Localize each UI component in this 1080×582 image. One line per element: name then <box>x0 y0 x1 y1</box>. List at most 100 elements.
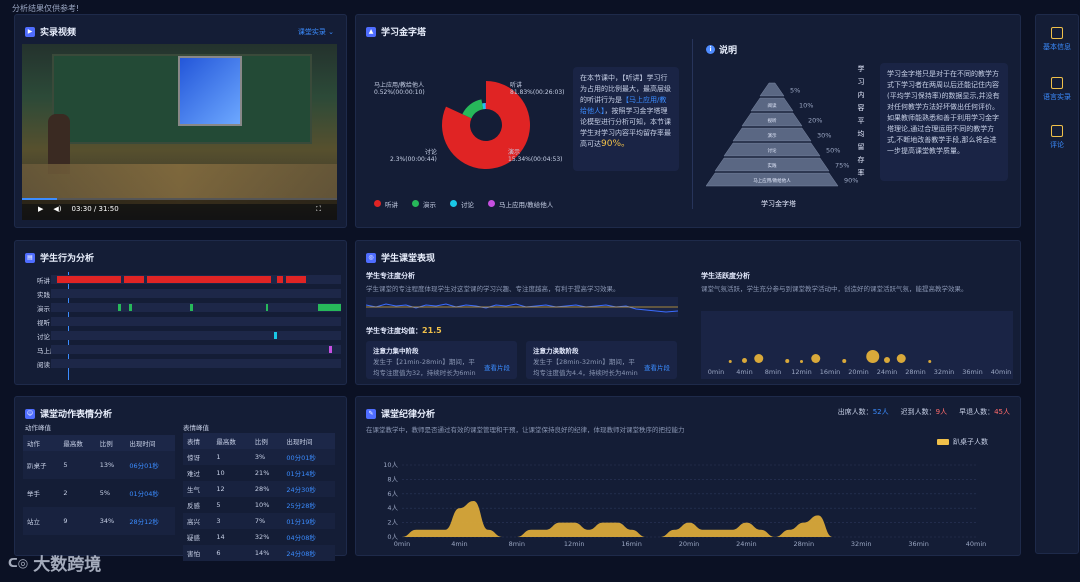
table-cell[interactable]: 25分28秒 <box>282 497 335 513</box>
pyramid-level-label-2: 视听 <box>768 117 777 124</box>
table-cell[interactable]: 06分01秒 <box>125 451 175 479</box>
pyramid-level-label-5: 实践 <box>768 162 777 169</box>
donut-label-listen: 听讲 81.83%(00:26:03) <box>510 82 565 96</box>
table-cell: 5% <box>99 489 110 497</box>
explain-title: i 说明 <box>706 43 737 56</box>
pyramid-pct-2: 20% <box>808 117 822 125</box>
behavior-segment <box>123 276 144 283</box>
behavior-track <box>51 303 341 312</box>
behavior-segment <box>117 304 121 311</box>
table-cell: 举手 <box>27 490 40 498</box>
focus-average: 学生专注度均值：21.5 <box>366 326 442 335</box>
discipline-title: ✎ 课堂纪律分析 <box>366 407 435 420</box>
video-player[interactable]: ▶ ◀) 03:30 / 31:50 ⛶ <box>22 44 337 220</box>
table-header: 比例 <box>250 433 283 449</box>
table-cell: 害怕 <box>183 545 213 561</box>
behavior-track <box>51 345 341 354</box>
x-tick-label: 8min <box>509 540 525 548</box>
legend-apply: 马上应用/教给他人 <box>488 199 553 209</box>
learning-pyramid: 听讲5%阅读10%视听20%演示30%讨论50%实践75%马上应用/教给他人90… <box>706 82 858 187</box>
discipline-legend: 趴桌子人数 <box>937 437 988 447</box>
sidebar-item-speech-record[interactable]: 语言实录 <box>1036 77 1078 102</box>
behavior-segment <box>129 304 133 311</box>
emotion-label: 表情峰值 <box>183 424 209 432</box>
target-icon: ◎ <box>366 252 376 263</box>
chart-icon: ▤ <box>25 252 35 263</box>
pyramid-panel: ▲ 学习金字塔 马上应用/教给他人 0.52%(00:00:10) 听讲 81.83%… <box>355 14 1021 228</box>
table-cell: 高兴 <box>183 513 213 529</box>
emotion-panel: ☺ 课堂动作表情分析 动作峰值 动作 最高数 比例 出现时间 趴桌子 5 13% 06分01秒举… <box>14 396 347 561</box>
pyramid-level-label-3: 演示 <box>768 132 777 139</box>
area-series-lying-on-desk <box>402 501 976 537</box>
table-row: 害怕 6 14% 24分08秒 <box>183 545 335 561</box>
table-cell: 10 <box>216 469 225 477</box>
right-sidebar: 基本信息 语言实录 评论 <box>1035 14 1079 554</box>
table-cell[interactable]: 01分04秒 <box>125 479 175 507</box>
table-cell[interactable]: 24分08秒 <box>282 545 335 561</box>
behavior-label: 听讲 <box>37 276 50 285</box>
table-row: 疑惑 14 32% 04分08秒 <box>183 529 335 545</box>
table-cell[interactable]: 00分01秒 <box>282 449 335 465</box>
table-cell: 28% <box>250 481 283 497</box>
x-tick-label: 12min <box>564 540 585 548</box>
behavior-segment <box>285 276 307 283</box>
sidebar-item-basic-info[interactable]: 基本信息 <box>1036 27 1078 52</box>
behavior-label: 阅读 <box>37 360 50 369</box>
table-header: 出现时间 <box>125 435 175 451</box>
table-row: 反感 5 10% 25分28秒 <box>183 497 335 513</box>
activity-bubble <box>728 360 732 363</box>
pyramid-title: ▲ 学习金字塔 <box>366 25 426 38</box>
discipline-desc: 在课堂教学中，教师是否通过有效的课堂管理和干预，让课堂保持良好的纪律，体现教师对… <box>366 426 685 434</box>
table-cell[interactable]: 01分14秒 <box>282 465 335 481</box>
table-cell: 7% <box>250 513 283 529</box>
view-clip-link-1[interactable]: 查看片段 <box>484 363 510 374</box>
pyramid-pct-4: 50% <box>826 147 840 155</box>
table-cell[interactable]: 01分19秒 <box>282 513 335 529</box>
legend-discuss: 讨论 <box>450 199 474 209</box>
performance-title: ◎ 学生课堂表现 <box>366 251 435 264</box>
video-progress-bar[interactable] <box>22 198 337 200</box>
pyramid-level-0 <box>759 82 785 97</box>
donut-legend: 听讲 演示 讨论 马上应用/教给他人 <box>374 199 553 209</box>
table-cell[interactable]: 04分08秒 <box>282 529 335 545</box>
y-tick-label: 6人 <box>387 490 398 498</box>
legend-listen: 听讲 <box>374 199 398 209</box>
emotion-table: 表情 最高数 比例 出现时间 惊讶 1 3% 00分01秒 难过 10 21% 01分14秒 生气 12 2… <box>183 433 335 561</box>
table-header: 出现时间 <box>282 433 335 449</box>
behavior-track <box>51 331 341 340</box>
table-cell: 2 <box>63 489 68 497</box>
discipline-area-chart: 0人2人4人6人8人10人0min 4min 8min 12min 16min 20min… <box>383 461 986 548</box>
pyramid-caption: 学习金字塔 <box>761 200 796 208</box>
activity-bubble <box>754 354 764 363</box>
table-cell[interactable]: 28分12秒 <box>125 507 175 535</box>
activity-bubble <box>866 350 880 363</box>
table-cell: 惊讶 <box>183 449 213 465</box>
behavior-label: 视听 <box>37 318 50 327</box>
table-row: 举手 2 5% 01分04秒 <box>23 479 175 507</box>
table-row: 站立 9 34% 28分12秒 <box>23 507 175 535</box>
fullscreen-icon[interactable]: ⛶ <box>316 205 321 214</box>
behavior-segment <box>146 276 272 283</box>
table-cell: 32% <box>254 533 270 541</box>
speech-icon <box>1051 77 1063 89</box>
sidebar-item-comments[interactable]: 评论 <box>1036 125 1078 150</box>
recording-selector[interactable]: 课堂实录 ⌄ <box>298 27 334 37</box>
pyramid-pct-5: 75% <box>835 162 849 170</box>
table-cell: 6 <box>212 545 251 561</box>
behavior-track <box>51 317 341 326</box>
donut-label-discuss: 讨论 2.3%(00:00:44) <box>390 149 437 163</box>
volume-icon[interactable]: ◀) <box>53 205 61 213</box>
behavior-segment <box>277 276 283 283</box>
activity-bubble <box>884 357 890 363</box>
x-tick-label: 24min <box>736 540 757 548</box>
checklist-icon: ✎ <box>366 408 376 419</box>
table-cell[interactable]: 24分30秒 <box>282 481 335 497</box>
video-title: ▶ 实录视频 <box>25 25 76 38</box>
table-row: 高兴 3 7% 01分19秒 <box>183 513 335 529</box>
video-icon: ▶ <box>25 26 35 37</box>
donut-label-demo: 演示 15.34%(00:04:53) <box>508 149 563 163</box>
active-desc: 课堂气氛活跃，学生充分参与到课堂教学活动中，创造好的课堂活跃气氛，能提高教学效果… <box>701 285 968 293</box>
view-clip-link-2[interactable]: 查看片段 <box>644 363 670 374</box>
play-icon[interactable]: ▶ <box>38 205 43 213</box>
table-cell: 5 <box>216 501 221 509</box>
